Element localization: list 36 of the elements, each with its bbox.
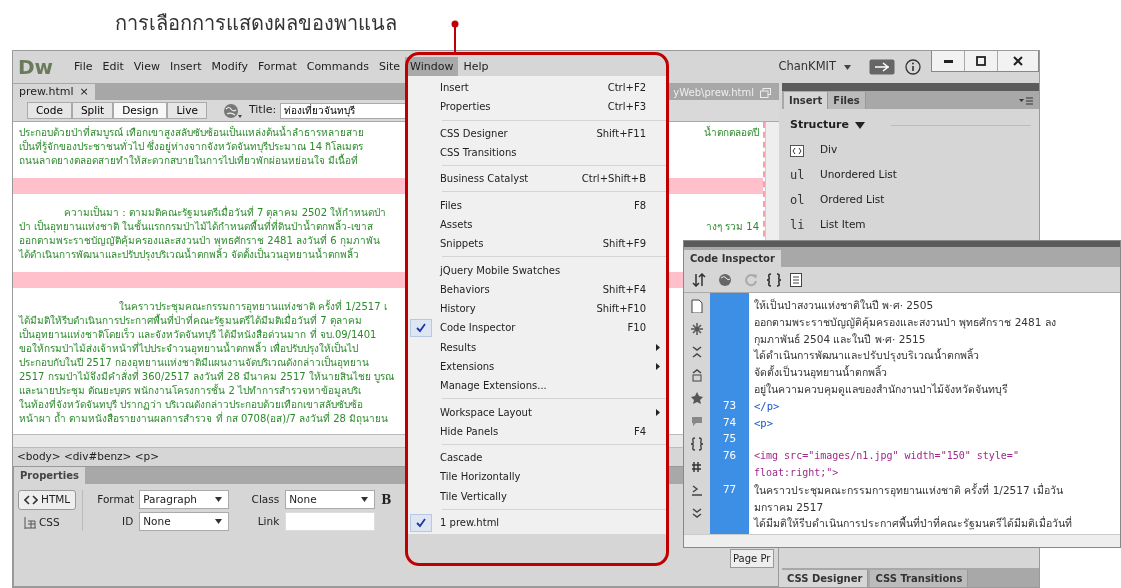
- code-line: ออกตามพระราชบัญญัติคุ้มครองและสงวนป่า พุทธศักราช 2481 ลง: [754, 315, 1056, 328]
- paragraph-text: ประกอบด้วยป่าที่สมบูรณ์ เทือกเขาสูงสลับซับซ้อนเป็นแหล่งต้นน้ำลำธารหลายสาย: [19, 127, 365, 138]
- code-line: ได้ดำเนินการพัฒนาและปรับปรุงบริเวณน้ำตกพลิ้ว: [754, 349, 979, 362]
- line-number: 74: [722, 414, 737, 431]
- code-line: ในคราวประชุมคณะกรรมการอุทยานแห่งชาติ ครั้งที่ 1/2517 เมื่อวัน: [754, 483, 1063, 496]
- code-line: <p>: [754, 416, 773, 429]
- code-line: มกราคม 2517: [754, 500, 824, 513]
- code-line: จัดตั้งเป็นวนอุทยานน้ำตกพลิ้ว: [754, 366, 887, 379]
- field-label: Class: [250, 491, 280, 507]
- code-line: ได้มีมติให้รีบดำเนินการประกาศพื้นที่ป่าที่คณะรัฐมนตรีได้มีมติเมื่อวันที่: [754, 517, 1072, 530]
- paragraph-text: างๆ รวม 14: [705, 220, 759, 234]
- line-number: 77: [722, 481, 737, 498]
- code-line: </p>: [754, 399, 780, 412]
- paragraph-text: เป็นอุทยานแห่งชาติโดยเร็ว และจังหวัดจันทบุรี ได้มีหนังสือด่วนมาก ที่ จบ.09/1401: [19, 329, 377, 340]
- line-number: 73: [722, 397, 737, 414]
- field-label: ID: [121, 513, 134, 529]
- app-logo: Dw: [18, 54, 54, 81]
- caption-text: การเลือกการแสดงผลของพาแนล: [115, 11, 397, 35]
- paragraph-text: ความเป็นมา : ตามมติคณะรัฐมนตรีเมื่อวันที่ 7 ตุลาคม 2502 ให้กำหนดป่า: [64, 207, 387, 218]
- paragraph-text: ออกตามพระราชบัญญัติคุ้มครองและสงวนป่า พุทธศักราช 2481 ลงวันที่ 6 กุมภาพัน: [19, 235, 380, 246]
- line-number: 75: [722, 431, 737, 448]
- paragraph-text: หน้าผา ถ้ำ ตามหนังสือรายงานผลการสำรวจ ที่ กส 0708(อส)/7 ลงวันที่ 28 มิถุนายน: [19, 413, 389, 424]
- code-line: ให้เป็นป่าสงวนแห่งชาติในปี พ·ศ· 2505: [754, 299, 934, 311]
- field-label: Link: [256, 513, 280, 529]
- line-number: 76: [722, 448, 737, 465]
- paragraph-text: และนายประชุม ตัณยะบุตร พนักงานโครงการชั้น 2 ไปทำการสำรวจหาข้อมูลบริเ: [19, 385, 362, 396]
- title-label: Title:: [248, 102, 277, 119]
- code-line: <img src="images/n1.jpg" width="150" style=": [754, 450, 1019, 462]
- paragraph-text: ในคราวประชุมคณะกรรมการอุทยานแห่งชาติ ครั้งที่ 1/2517 เ: [119, 301, 387, 312]
- paragraph-text: น้ำตกตลอดปี: [704, 126, 759, 140]
- paragraph-text: ประกอบกับในปี 2517 กองอุทยานแห่งชาติมีแผนงานจัดบริเวณดังกล่าวเป็นอุทยาน: [19, 357, 369, 368]
- field-label: Format: [97, 491, 134, 507]
- code-line: float:right;">: [754, 466, 839, 478]
- code-line: กุมภาพันธ์ 2504 และในปี พ·ศ· 2515: [754, 332, 926, 345]
- code-line: อยู่ในความควบคุมดูแลของสำนักงานป่าไม้จังหวัดจันทบุรี: [754, 383, 1008, 395]
- file-path: yWeb\prew.html: [673, 86, 754, 100]
